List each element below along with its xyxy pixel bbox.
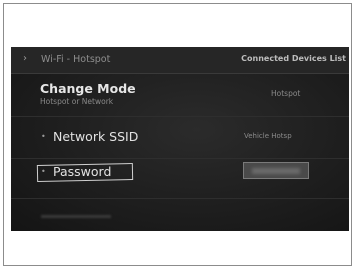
bullet-icon: • — [41, 132, 46, 141]
password-row[interactable]: • Password — [11, 159, 349, 197]
network-ssid-value: Vehicle Hotsp — [244, 132, 292, 140]
chevron-right-icon[interactable]: › — [23, 53, 27, 64]
page-title: Wi-Fi - Hotspot — [41, 54, 111, 65]
hotspot-settings-screen: › Wi-Fi - Hotspot Connected Devices List… — [11, 47, 349, 231]
change-mode-value: Hotspot — [271, 89, 301, 98]
change-mode-title: Change Mode — [40, 81, 136, 96]
connected-devices-button[interactable]: Connected Devices List — [241, 54, 346, 63]
change-mode-subtitle: Hotspot or Network — [40, 97, 114, 106]
password-label: Password — [53, 164, 112, 179]
bullet-icon: • — [41, 167, 46, 176]
network-ssid-label: Network SSID — [53, 129, 139, 144]
list-item[interactable] — [11, 199, 349, 231]
network-ssid-row[interactable]: • Network SSID Vehicle Hotsp — [11, 117, 349, 157]
password-field[interactable] — [243, 162, 309, 179]
change-mode-row[interactable]: Change Mode Hotspot or Network Hotspot — [11, 75, 349, 115]
faded-list-item — [41, 215, 111, 218]
header-bar: › Wi-Fi - Hotspot Connected Devices List — [11, 47, 349, 74]
password-masked-value — [252, 168, 300, 174]
